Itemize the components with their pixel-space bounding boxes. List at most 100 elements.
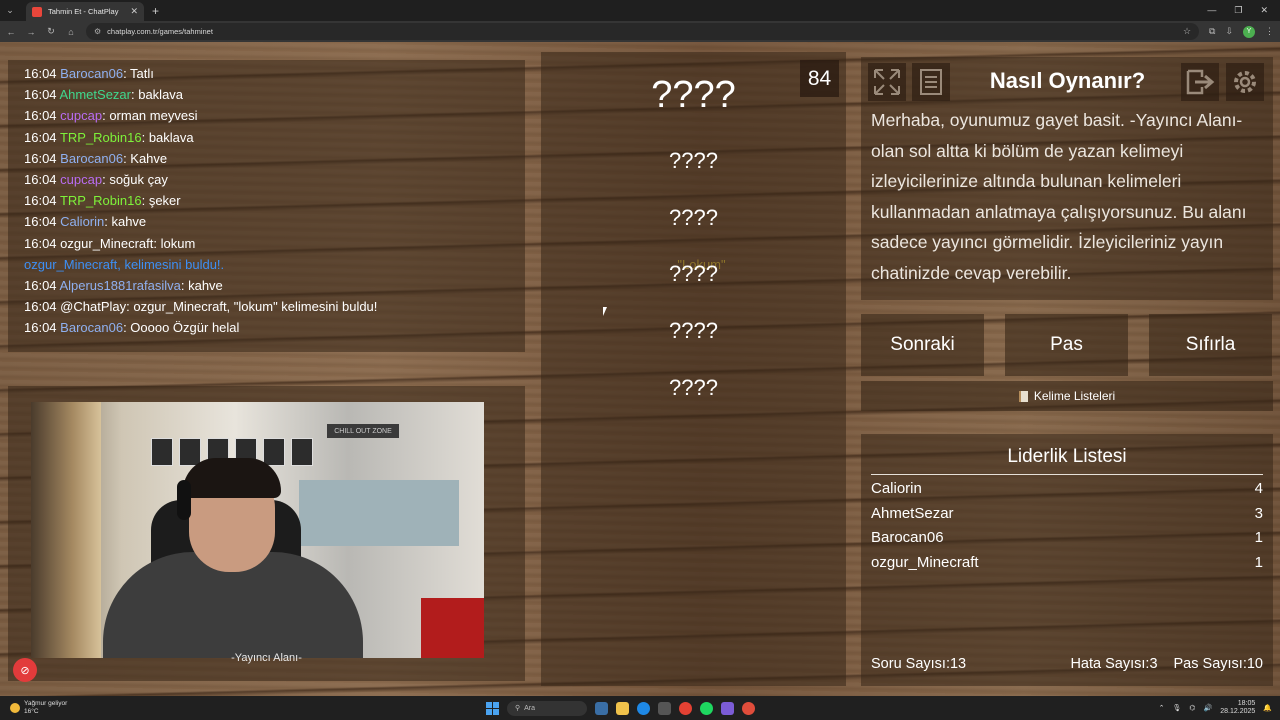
webcam-feed: CHILL OUT ZONE — [31, 402, 484, 658]
obs-icon[interactable] — [742, 701, 755, 715]
chat-message: 16:04 Barocan06: Ooooo Özgür helal — [24, 317, 525, 338]
extensions-icon[interactable]: ⧉ — [1209, 26, 1215, 37]
chat-username[interactable]: Alperus1881rafasilva — [59, 278, 180, 293]
back-icon[interactable]: ← — [6, 27, 16, 37]
store-icon[interactable] — [658, 701, 671, 715]
chat-username[interactable]: Caliorin — [60, 214, 104, 229]
chat-message: 16:04 Caliorin: kahve — [24, 211, 525, 232]
chat-username[interactable]: Barocan06 — [60, 320, 123, 335]
spotify-icon[interactable] — [700, 701, 713, 715]
system-tray: ⌃ 🎙 ⌬ 🔊 18:05 28.12.2025 🔔 — [1159, 696, 1272, 720]
next-button[interactable]: Sonraki — [861, 314, 984, 376]
player-score: 3 — [1254, 505, 1263, 522]
gear-icon[interactable] — [1226, 63, 1264, 101]
start-icon[interactable] — [486, 701, 499, 715]
chat-time: 16:04 — [24, 299, 57, 315]
game-stats: Soru Sayısı:13 Hata Sayısı:3 Pas Sayısı:… — [871, 656, 1263, 672]
main-word: ???? — [651, 74, 736, 116]
chat-text: : Ooooo Özgür helal — [123, 320, 240, 336]
url-field[interactable]: ⚙ chatplay.com.tr/games/tahminet ☆ — [86, 23, 1200, 40]
chat-message: 16:04 Barocan06: Tatlı — [24, 63, 525, 84]
search-icon: ⚲ — [515, 705, 521, 712]
book-icon — [1018, 390, 1028, 402]
browser-tab[interactable]: Tahmin Et - ChatPlay ✕ — [26, 2, 144, 21]
weather-text: Yağmur geliyor — [24, 700, 68, 707]
chat-message: 16:04 Alperus1881rafasilva: kahve — [24, 275, 525, 296]
chrome-icon[interactable] — [679, 701, 692, 715]
chat-message: 16:04 TRP_Robin16: baklava — [24, 127, 525, 148]
network-icon[interactable]: ⌬ — [1189, 704, 1195, 712]
tray-chevron-icon[interactable]: ⌃ — [1159, 704, 1165, 712]
chat-text: : Kahve — [123, 150, 168, 166]
file-explorer-icon[interactable] — [616, 701, 629, 715]
chat-time: 16:04 — [24, 129, 57, 145]
document-icon[interactable] — [912, 63, 950, 101]
volume-icon[interactable]: 🔊 — [1204, 704, 1213, 712]
chat-text: : baklava — [131, 87, 184, 103]
weather-temp: 16°C — [24, 708, 39, 715]
chat-username[interactable]: Barocan06 — [60, 151, 123, 166]
forward-icon[interactable]: → — [26, 27, 36, 37]
chat-message: 16:04 TRP_Robin16: şeker — [24, 190, 525, 211]
error-count: Hata Sayısı:3 — [1070, 656, 1158, 672]
leaderboard-row: Barocan06 1 — [871, 529, 1263, 553]
chat-username[interactable]: TRP_Robin16 — [60, 193, 142, 208]
chat-username[interactable]: AhmetSezar — [59, 87, 131, 102]
chat-text: : şeker — [141, 193, 181, 209]
chat-username[interactable]: ozgur_Minecraft — [60, 236, 153, 251]
player-name: Caliorin — [871, 480, 922, 497]
notification-icon[interactable]: 🔔 — [1263, 704, 1272, 712]
task-view-icon[interactable] — [595, 701, 608, 715]
clock[interactable]: 18:05 28.12.2025 — [1220, 700, 1255, 716]
site-info-icon[interactable]: ⚙ — [94, 27, 101, 36]
chat-message: 16:04 Barocan06: Kahve — [24, 148, 525, 169]
chat-username[interactable]: @ChatPlay — [60, 299, 126, 314]
chat-username[interactable]: Barocan06 — [60, 66, 123, 81]
menu-icon[interactable]: ⋮ — [1265, 26, 1274, 37]
edge-icon[interactable] — [637, 701, 650, 715]
chat-time: 16:04 — [24, 150, 57, 166]
weather-widget[interactable]: Yağmur geliyor 16°C — [0, 700, 120, 716]
weather-icon — [10, 703, 20, 713]
discord-icon[interactable] — [721, 701, 734, 715]
profile-avatar[interactable]: Y — [1243, 25, 1255, 38]
forbidden-word: ???? — [669, 375, 718, 400]
record-icon[interactable]: ⊘ — [13, 658, 37, 682]
chat-text: : ozgur_Minecraft, "lokum" kelimesini bu… — [126, 299, 378, 315]
downloads-icon[interactable]: ⇩ — [1225, 26, 1233, 37]
chat-text: : orman meyvesi — [102, 108, 198, 124]
exit-icon[interactable] — [1181, 63, 1219, 101]
home-icon[interactable]: ⌂ — [66, 27, 76, 37]
reset-button[interactable]: Sıfırla — [1149, 314, 1272, 376]
chat-time: 16:04 — [24, 171, 57, 187]
chat-username[interactable]: TRP_Robin16 — [60, 130, 142, 145]
tab-list-icon[interactable]: ⌄ — [0, 0, 20, 21]
word-lists-button[interactable]: Kelime Listeleri — [861, 381, 1273, 411]
taskbar: Yağmur geliyor 16°C ⚲ Ara ⌃ 🎙 ⌬ 🔊 18:05 28.… — [0, 696, 1280, 720]
forbidden-word: ???? — [669, 148, 718, 173]
bookmark-star-icon[interactable]: ☆ — [1183, 26, 1191, 37]
microphone-icon[interactable]: 🎙 — [1173, 704, 1182, 712]
forbidden-word: ???? — [669, 205, 718, 230]
chat-time: 16:04 — [24, 193, 57, 209]
chat-username[interactable]: cupcap — [60, 108, 102, 123]
chat-username[interactable]: cupcap — [60, 172, 102, 187]
close-tab-icon[interactable]: ✕ — [130, 6, 138, 17]
taskbar-search[interactable]: ⚲ Ara — [507, 700, 587, 716]
maximize-icon[interactable]: ❐ — [1234, 5, 1242, 16]
new-tab-icon[interactable]: + — [152, 4, 159, 18]
tab-title: Tahmin Et - ChatPlay — [48, 7, 119, 16]
player-name: ozgur_Minecraft — [871, 554, 979, 571]
chat-text: : kahve — [104, 214, 147, 230]
taskbar-apps: ⚲ Ara — [486, 696, 755, 720]
close-window-icon[interactable]: ✕ — [1260, 5, 1268, 16]
how-to-play-text: Merhaba, oyunumuz gayet basit. -Yayıncı … — [871, 110, 1247, 283]
chat-text: : lokum — [153, 235, 196, 251]
window-controls: — ❐ ✕ — [1207, 5, 1280, 16]
chat-message: 16:04 ozgur_Minecraft: lokum — [24, 233, 525, 254]
reload-icon[interactable]: ↻ — [46, 26, 56, 37]
pass-button[interactable]: Pas — [1005, 314, 1128, 376]
chat-time: 16:04 — [24, 108, 57, 124]
minimize-icon[interactable]: — — [1207, 5, 1216, 16]
fullscreen-icon[interactable] — [868, 63, 906, 101]
